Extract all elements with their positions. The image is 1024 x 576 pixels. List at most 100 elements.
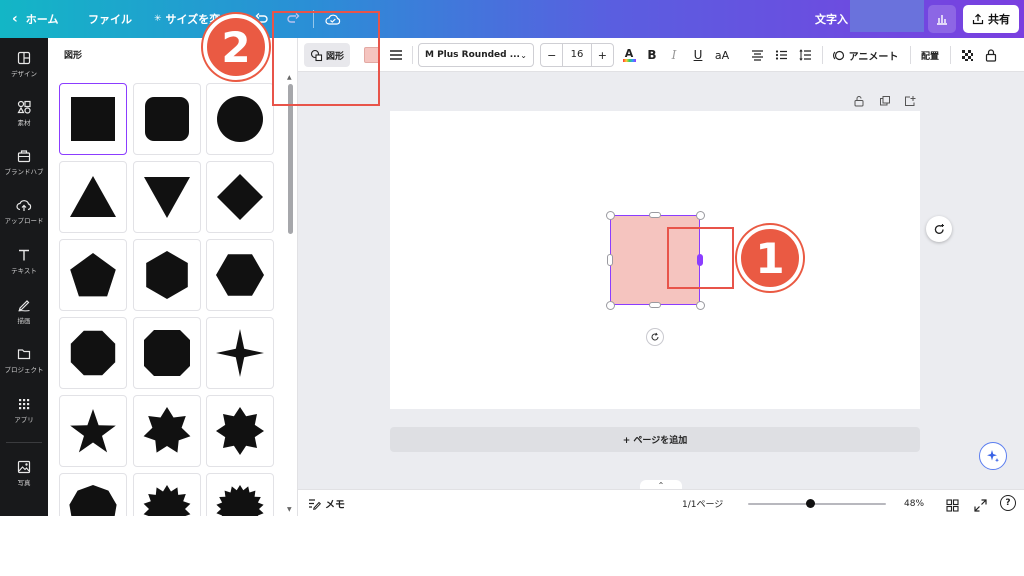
animate-button[interactable]: アニメート <box>830 43 900 67</box>
page-duplicate-button[interactable] <box>879 92 891 111</box>
hexagon-flat-icon <box>216 254 264 296</box>
case-label: aA <box>714 48 730 62</box>
scroll-down-icon[interactable]: ▼ <box>287 506 292 513</box>
checker-icon <box>961 49 973 61</box>
resize-handle-bottom[interactable] <box>649 302 661 308</box>
font-size-stepper[interactable]: − 16 + <box>540 43 614 67</box>
rainbow-bar <box>622 59 636 62</box>
shape-option-sunburst-12[interactable] <box>133 473 201 516</box>
shape-option-circle[interactable] <box>206 83 274 155</box>
five-point-star-icon <box>70 409 116 453</box>
zoom-slider-knob[interactable] <box>806 499 816 508</box>
bold-button[interactable]: B <box>644 43 660 67</box>
shape-option-square[interactable] <box>59 83 127 155</box>
inverted-triangle-icon <box>144 177 190 218</box>
spacing-button[interactable] <box>796 43 814 67</box>
shape-grid <box>0 0 298 516</box>
eight-point-star-icon <box>216 407 264 455</box>
position-button[interactable]: 配置 <box>916 43 944 67</box>
add-page-label: + ページを追加 <box>622 436 688 446</box>
transparency-button[interactable] <box>958 43 976 67</box>
sunburst-12-icon <box>143 485 191 516</box>
document-title[interactable]: 文字入 <box>815 0 848 38</box>
font-size-value[interactable]: 16 <box>562 44 592 66</box>
context-toolbar: 図形 M Plus Rounded ... ⌄ − 16 + A B I U a… <box>298 38 1024 72</box>
shape-option-sunburst-16[interactable] <box>206 473 274 516</box>
page-indicator-label: 1/1ページ <box>682 500 724 510</box>
chevron-down-icon: ⌄ <box>520 50 527 60</box>
resize-handle-top-left[interactable] <box>606 211 615 220</box>
toolbar-divider <box>950 46 951 64</box>
canva-editor: ‹ ホーム ファイル ✳ サイズを変 文字入 共有 デザイン 素材 ブランドハブ… <box>0 0 1024 516</box>
shape-option-seven-point-star[interactable] <box>133 395 201 467</box>
list-button[interactable] <box>772 43 790 67</box>
octagon-cut-icon <box>144 330 190 376</box>
pentagon-icon <box>70 253 116 297</box>
fullscreen-button[interactable] <box>974 497 987 516</box>
underline-button[interactable]: U <box>690 43 706 67</box>
grid-icon <box>946 499 959 512</box>
resize-handle-top-right[interactable] <box>696 211 705 220</box>
triangle-icon <box>70 176 116 217</box>
shape-option-rounded-square[interactable] <box>133 83 201 155</box>
font-name: M Plus Rounded ... <box>425 50 520 60</box>
shape-option-diamond[interactable] <box>206 161 274 233</box>
shape-option-octagon[interactable] <box>59 317 127 389</box>
shape-option-five-point-star[interactable] <box>59 395 127 467</box>
increase-font-button[interactable]: + <box>592 49 613 62</box>
shape-option-eight-point-star[interactable] <box>206 395 274 467</box>
border-style-button[interactable] <box>386 43 406 67</box>
page-lock-button[interactable] <box>853 92 865 111</box>
list-icon <box>775 50 787 60</box>
share-button[interactable]: 共有 <box>963 5 1019 33</box>
shape-option-inverted-triangle[interactable] <box>133 161 201 233</box>
shape-option-hexagon-flat[interactable] <box>206 239 274 311</box>
add-page-button[interactable]: + ページを追加 <box>390 427 920 452</box>
resize-handle-left[interactable] <box>607 254 613 266</box>
callout-badge-1: 1 <box>737 225 803 291</box>
shape-option-octagon-cut[interactable] <box>133 317 201 389</box>
page-indicator[interactable]: 1/1ページ <box>682 490 723 516</box>
help-button[interactable]: ? <box>1000 495 1016 511</box>
zoom-level[interactable]: 48% <box>904 490 924 516</box>
unlock-icon <box>854 96 864 107</box>
lock-button[interactable] <box>982 43 1000 67</box>
align-button[interactable] <box>748 43 766 67</box>
refresh-suggestion-button[interactable] <box>926 216 952 242</box>
zoom-slider[interactable] <box>748 503 886 505</box>
shape-option-pentagon[interactable] <box>59 239 127 311</box>
grid-view-button[interactable] <box>946 497 959 516</box>
font-family-select[interactable]: M Plus Rounded ... ⌄ <box>418 43 534 67</box>
toolbar-divider <box>822 46 823 64</box>
shape-option-four-point-star[interactable] <box>206 317 274 389</box>
panel-scrollbar[interactable] <box>288 84 293 234</box>
resize-handle-bottom-right[interactable] <box>696 301 705 310</box>
notes-label: メモ <box>325 500 345 511</box>
line-spacing-icon <box>798 49 811 61</box>
shape-option-nonagon[interactable] <box>59 473 127 516</box>
share-upload-icon <box>972 13 984 25</box>
resize-handle-bottom-left[interactable] <box>606 301 615 310</box>
text-color-a-icon: A <box>624 47 634 60</box>
position-label: 配置 <box>920 51 939 62</box>
zoom-value: 48% <box>904 498 925 509</box>
letter-case-button[interactable]: aA <box>712 43 732 67</box>
rotate-handle[interactable] <box>646 328 664 346</box>
square-icon <box>71 97 115 141</box>
text-color-button[interactable]: A <box>620 43 638 67</box>
expand-icon <box>974 499 987 512</box>
italic-button[interactable]: I <box>666 43 682 67</box>
shape-option-triangle[interactable] <box>59 161 127 233</box>
magic-assistant-button[interactable] <box>979 442 1007 470</box>
decrease-font-button[interactable]: − <box>541 49 562 62</box>
resize-handle-top[interactable] <box>649 212 661 218</box>
share-label: 共有 <box>988 13 1010 26</box>
page-add-button[interactable] <box>904 92 916 111</box>
insights-button[interactable] <box>928 5 956 33</box>
help-icon: ? <box>1005 498 1011 508</box>
notes-button[interactable]: メモ <box>308 490 345 516</box>
shape-option-hexagon[interactable] <box>133 239 201 311</box>
diamond-icon <box>217 174 263 220</box>
callout-box-1 <box>667 227 734 289</box>
duplicate-icon <box>880 96 890 106</box>
